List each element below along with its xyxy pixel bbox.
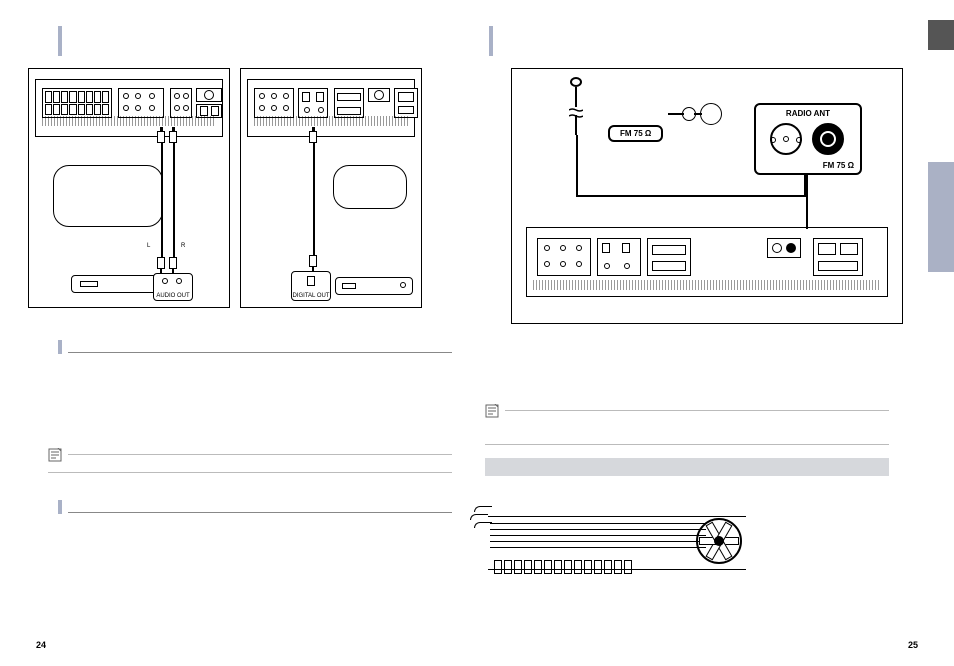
section-rule-2 bbox=[68, 512, 452, 513]
section-accent-bar-3 bbox=[58, 500, 62, 514]
optical-cable bbox=[313, 127, 315, 265]
antenna-tip bbox=[570, 77, 582, 87]
cable-right bbox=[173, 127, 175, 267]
cooling-fan-diagram bbox=[488, 508, 748, 580]
note-rule-top bbox=[68, 454, 452, 455]
vent-lines-2 bbox=[254, 116, 408, 126]
highlight-band bbox=[485, 458, 889, 476]
antenna-stem bbox=[575, 87, 577, 107]
aux-jack-block bbox=[118, 88, 164, 118]
ant-jack-inner bbox=[783, 136, 789, 142]
antenna-stem-2 bbox=[575, 115, 577, 135]
plug-top-r bbox=[169, 131, 177, 143]
page-edge-tab-light bbox=[928, 162, 954, 272]
callout-bubble-optical bbox=[333, 165, 407, 209]
opt-plug-bot bbox=[309, 255, 317, 267]
ant-block-small bbox=[368, 88, 390, 102]
callout-bubble-analog bbox=[53, 165, 163, 227]
antenna-break-icon bbox=[569, 105, 583, 115]
fm-75-badge: FM 75 Ω bbox=[608, 125, 663, 142]
section-accent-bar-2 bbox=[58, 340, 62, 354]
ant-cable-v1 bbox=[576, 135, 578, 195]
hdmi-block bbox=[334, 88, 364, 118]
digital-out-panel: DIGITAL OUT bbox=[291, 271, 331, 301]
coax-plug-pin bbox=[694, 113, 702, 115]
audio-out-label: AUDIO OUT bbox=[154, 293, 192, 299]
radio-ant-small bbox=[196, 88, 222, 102]
jack-aux2 bbox=[149, 105, 155, 111]
radio-ant-sub: FM 75 Ω bbox=[823, 161, 854, 170]
radio-ant-callout: RADIO ANT FM 75 Ω bbox=[754, 103, 862, 175]
section-accent-bar-right bbox=[489, 26, 493, 56]
jack-l-out bbox=[123, 105, 129, 111]
note-rule-right-bottom bbox=[485, 444, 889, 445]
page-edge-tab-dark bbox=[928, 20, 954, 50]
jack-block-2a bbox=[254, 88, 294, 118]
plug-l-label: L bbox=[147, 243, 150, 249]
fm-75-unit: Ω bbox=[645, 129, 651, 138]
jack-r-in bbox=[135, 93, 141, 99]
fm-75-text: FM 75 bbox=[620, 129, 643, 138]
radio-ant-on-panel bbox=[767, 238, 801, 258]
note-icon-right bbox=[485, 404, 499, 418]
ant-jack-outer bbox=[770, 123, 802, 155]
external-device-box-2 bbox=[335, 277, 413, 295]
analog-audio-diagram: L R AUDIO OUT bbox=[28, 68, 230, 308]
digital-block-large bbox=[597, 238, 641, 276]
coax-plug-ring bbox=[700, 103, 722, 125]
plug-r-label: R bbox=[181, 243, 185, 249]
note-rule-bottom bbox=[48, 472, 452, 473]
rear-panel-illustration bbox=[35, 79, 223, 137]
page-number-right: 25 bbox=[908, 640, 918, 650]
plug-bot-l bbox=[157, 257, 165, 269]
vent-lines-large bbox=[533, 280, 881, 290]
fm-antenna-diagram: FM 75 Ω RADIO ANT bbox=[511, 68, 903, 324]
leader-line-ant bbox=[806, 175, 808, 229]
opt-plug-top bbox=[309, 131, 317, 143]
audio-out-panel: AUDIO OUT bbox=[153, 273, 193, 301]
ant-jack-plugged bbox=[812, 123, 844, 155]
terminal-slots bbox=[494, 560, 674, 576]
rear-panel-large bbox=[526, 227, 888, 297]
jack-r-out bbox=[135, 105, 141, 111]
vent-lines bbox=[42, 116, 216, 126]
speaker-terminal-block bbox=[42, 88, 112, 118]
page-number-left: 24 bbox=[36, 640, 46, 650]
cable-left bbox=[161, 127, 163, 267]
fan-icon bbox=[696, 518, 742, 564]
digital-in-block bbox=[298, 88, 328, 118]
section-accent-bar-left bbox=[58, 26, 62, 56]
power-block-large bbox=[813, 238, 863, 276]
jack-l-in bbox=[123, 93, 129, 99]
av-block bbox=[170, 88, 192, 118]
power-block bbox=[394, 88, 418, 118]
digital-out-label: DIGITAL OUT bbox=[292, 293, 330, 299]
coax-lead bbox=[668, 113, 684, 115]
left-diagram-row: L R AUDIO OUT bbox=[28, 68, 449, 308]
radio-ant-title: RADIO ANT bbox=[760, 109, 856, 118]
plug-top-l bbox=[157, 131, 165, 143]
note-icon bbox=[48, 448, 62, 462]
rear-panel-illustration-2 bbox=[247, 79, 415, 137]
av-jack-block bbox=[537, 238, 591, 276]
optical-audio-diagram: DIGITAL OUT bbox=[240, 68, 422, 308]
plug-bot-r bbox=[169, 257, 177, 269]
jack-aux1 bbox=[149, 93, 155, 99]
ant-cable-h bbox=[576, 195, 806, 197]
section-rule-1 bbox=[68, 352, 452, 353]
hdmi-block-large bbox=[647, 238, 691, 276]
note-rule-right-top bbox=[505, 410, 889, 411]
